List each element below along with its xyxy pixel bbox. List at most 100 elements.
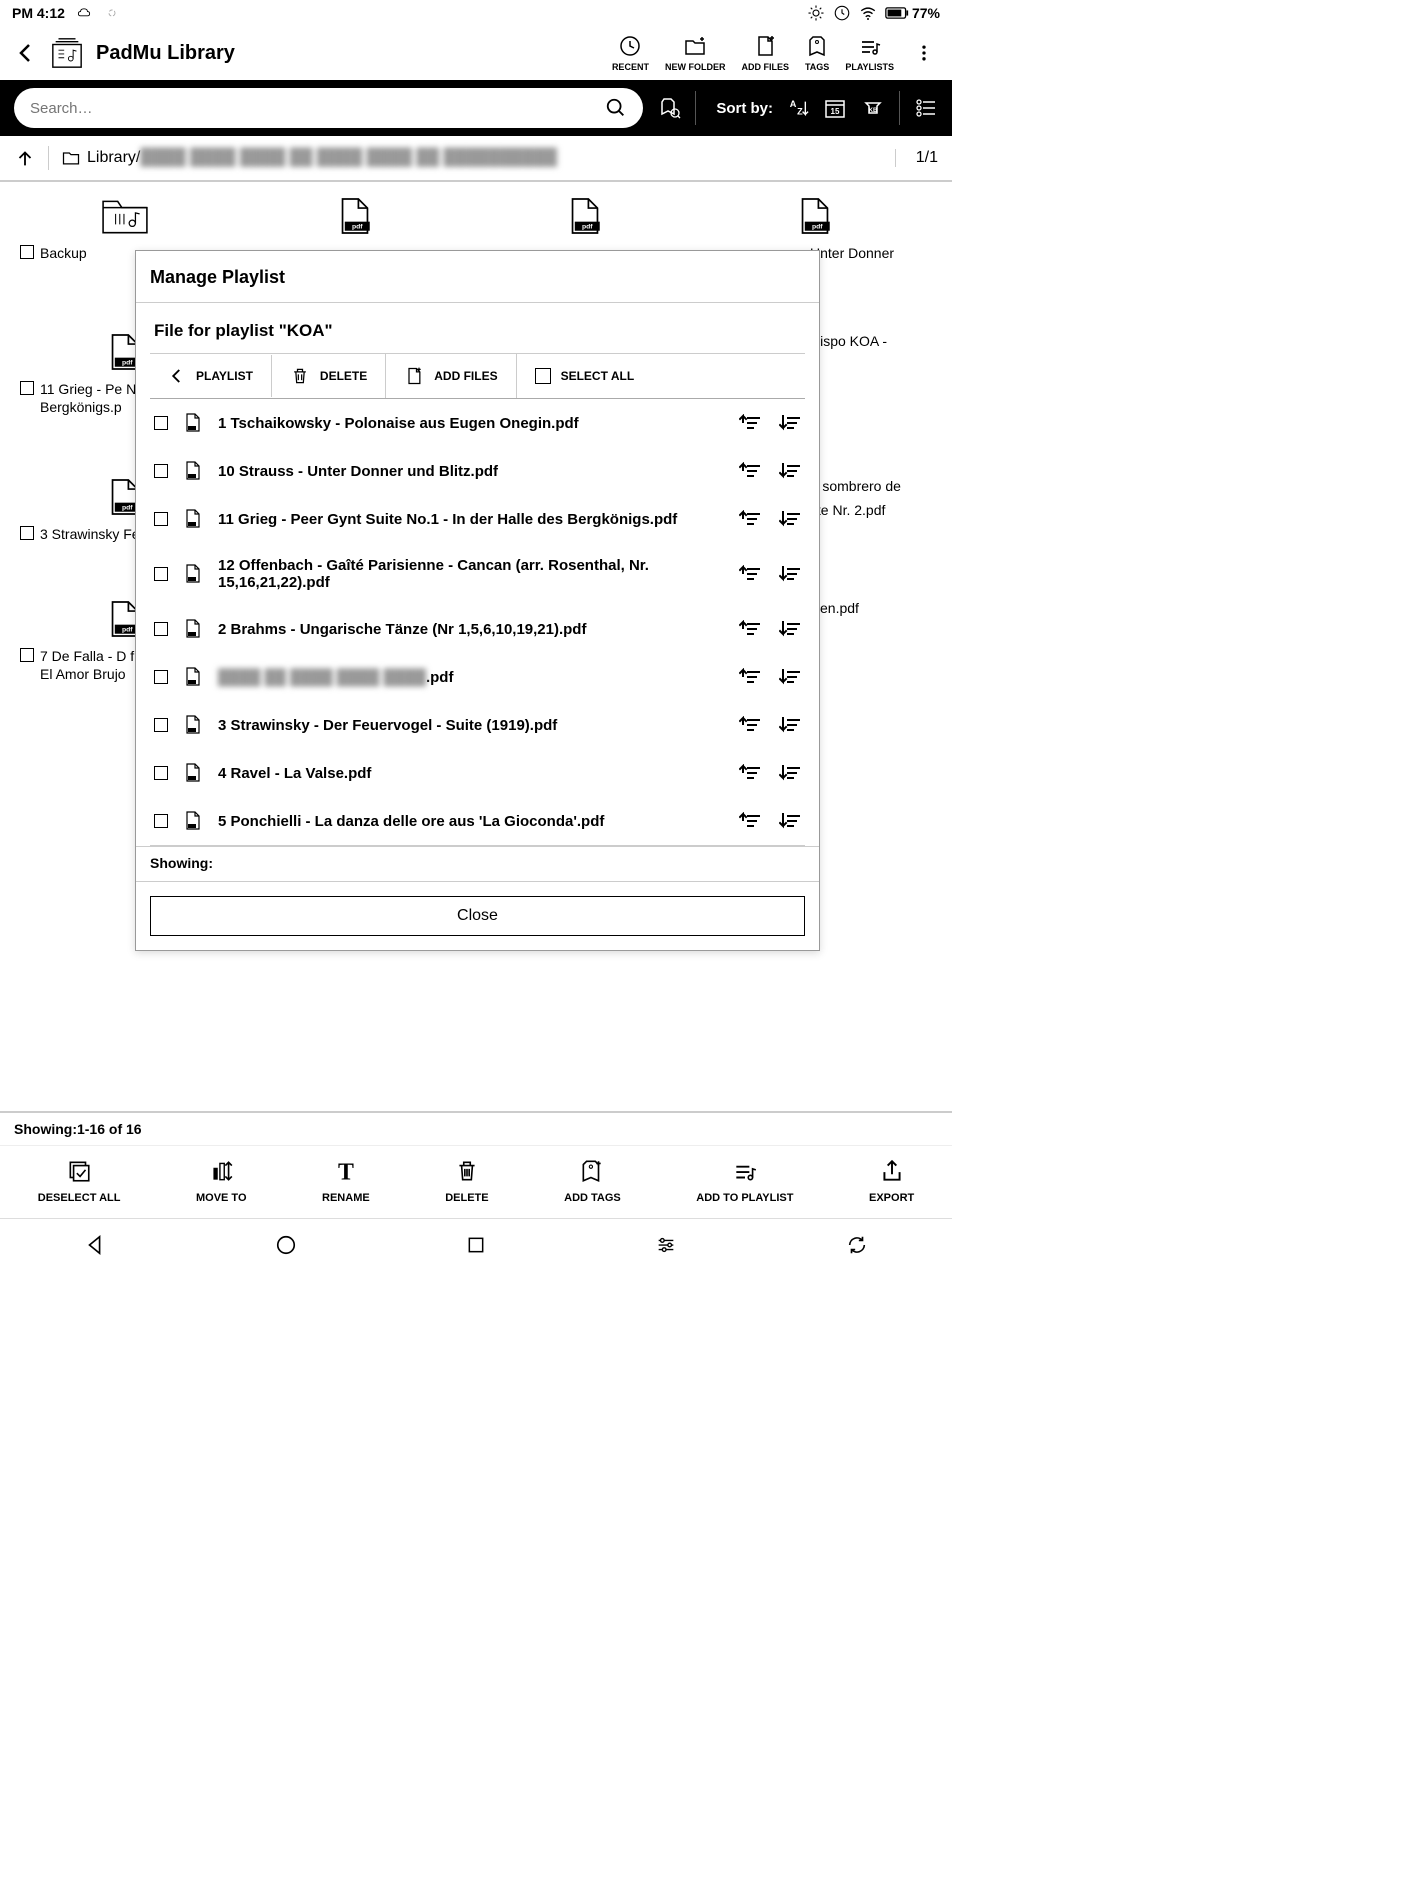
breadcrumb: Library/████ ████ ████ ██ ████ ████ ██ █…	[0, 136, 952, 182]
pdf-file-icon	[184, 413, 202, 433]
search-icon[interactable]	[605, 97, 627, 119]
move-up-button[interactable]	[739, 668, 761, 686]
row-filename: 3 Strawinsky - Der Feuervogel - Suite (1…	[218, 717, 723, 734]
move-down-button[interactable]	[779, 812, 801, 830]
battery-indicator: 77%	[885, 5, 940, 21]
move-to-button[interactable]: MOVE TO	[196, 1158, 247, 1204]
row-checkbox[interactable]	[154, 766, 168, 780]
pdf-file-icon	[184, 715, 202, 735]
move-up-button[interactable]	[739, 510, 761, 528]
move-up-button[interactable]	[739, 414, 761, 432]
app-title: PadMu Library	[96, 42, 235, 65]
select-all-button[interactable]: SELECT ALL	[517, 356, 653, 396]
row-checkbox[interactable]	[154, 416, 168, 430]
back-button[interactable]	[14, 41, 38, 65]
showing-count: Showing:1-16 of 16	[0, 1113, 952, 1146]
row-checkbox[interactable]	[154, 567, 168, 581]
add-files-button[interactable]: ADD FILES	[741, 34, 789, 72]
playlist-row[interactable]: 12 Offenbach - Gaîté Parisienne - Cancan…	[150, 543, 805, 605]
add-files-button[interactable]: ADD FILES	[386, 354, 516, 398]
svg-text:A: A	[790, 99, 797, 109]
playlist-row[interactable]: 1 Tschaikowsky - Polonaise aus Eugen One…	[150, 399, 805, 447]
move-down-button[interactable]	[779, 510, 801, 528]
sort-alpha-icon[interactable]: AZ	[787, 97, 809, 119]
move-up-button[interactable]	[739, 812, 761, 830]
sort-date-icon[interactable]: 15	[823, 96, 847, 120]
nav-back-button[interactable]	[84, 1234, 106, 1256]
playlist-back-button[interactable]: PLAYLIST	[150, 355, 272, 397]
system-nav-bar	[0, 1218, 952, 1270]
move-down-button[interactable]	[779, 764, 801, 782]
move-up-button[interactable]	[739, 462, 761, 480]
pdf-file-icon	[184, 461, 202, 481]
row-filename: 5 Ponchielli - La danza delle ore aus 'L…	[218, 813, 723, 830]
move-up-button[interactable]	[739, 620, 761, 638]
breadcrumb-text[interactable]: Library/████ ████ ████ ██ ████ ████ ██ █…	[87, 149, 557, 167]
delete-button[interactable]: DELETE	[445, 1158, 488, 1204]
search-box[interactable]	[14, 88, 643, 128]
search-input[interactable]	[30, 100, 605, 117]
row-filename: 1 Tschaikowsky - Polonaise aus Eugen One…	[218, 415, 723, 432]
status-bar: PM 4:12 77%	[0, 0, 952, 26]
move-up-button[interactable]	[739, 764, 761, 782]
library-icon	[50, 36, 84, 70]
add-to-playlist-button[interactable]: ADD TO PLAYLIST	[696, 1158, 793, 1204]
playlist-row[interactable]: ████ ██ ████ ████ ████.pdf	[150, 653, 805, 701]
move-up-button[interactable]	[739, 565, 761, 583]
move-up-button[interactable]	[739, 716, 761, 734]
move-down-button[interactable]	[779, 620, 801, 638]
move-down-button[interactable]	[779, 716, 801, 734]
nav-recent-button[interactable]	[466, 1235, 486, 1255]
wifi-icon	[859, 4, 877, 22]
move-down-button[interactable]	[779, 462, 801, 480]
close-button[interactable]: Close	[150, 896, 805, 936]
move-down-button[interactable]	[779, 414, 801, 432]
playlists-button[interactable]: PLAYLISTS	[845, 34, 894, 72]
rename-button[interactable]: T RENAME	[322, 1158, 370, 1204]
row-checkbox[interactable]	[154, 814, 168, 828]
row-checkbox[interactable]	[154, 670, 168, 684]
row-checkbox[interactable]	[154, 512, 168, 526]
modal-subtitle: File for playlist "KOA"	[136, 303, 819, 353]
move-down-button[interactable]	[779, 565, 801, 583]
manage-playlist-modal: Manage Playlist File for playlist "KOA" …	[135, 250, 820, 951]
bottom-bar: Showing:1-16 of 16 DESELECT ALL MOVE TO …	[0, 1111, 952, 1218]
more-button[interactable]	[910, 43, 938, 63]
row-checkbox[interactable]	[154, 622, 168, 636]
up-folder-button[interactable]	[14, 147, 36, 169]
playlist-row[interactable]: 2 Brahms - Ungarische Tänze (Nr 1,5,6,10…	[150, 605, 805, 653]
delete-button[interactable]: DELETE	[272, 354, 386, 398]
cloud-icon	[75, 4, 93, 22]
row-filename: 12 Offenbach - Gaîté Parisienne - Cancan…	[218, 557, 723, 591]
recent-button[interactable]: RECENT	[612, 34, 649, 72]
folder-icon	[61, 148, 81, 168]
row-filename: 11 Grieg - Peer Gynt Suite No.1 - In der…	[218, 511, 723, 528]
row-checkbox[interactable]	[154, 464, 168, 478]
nav-settings-button[interactable]	[655, 1234, 677, 1256]
nav-home-button[interactable]	[275, 1234, 297, 1256]
deselect-all-button[interactable]: DESELECT ALL	[38, 1158, 121, 1204]
app-header: PadMu Library RECENT NEW FOLDER ADD FILE…	[0, 26, 952, 80]
tag-filter-icon[interactable]	[657, 96, 681, 120]
page-indicator: 1/1	[895, 149, 938, 167]
sort-size-icon[interactable]: KB	[861, 96, 885, 120]
pdf-file-icon	[184, 509, 202, 529]
pdf-file-icon	[184, 564, 202, 584]
nav-refresh-button[interactable]	[846, 1234, 868, 1256]
row-filename: 10 Strauss - Unter Donner und Blitz.pdf	[218, 463, 723, 480]
playlist-row[interactable]: 5 Ponchielli - La danza delle ore aus 'L…	[150, 797, 805, 845]
row-checkbox[interactable]	[154, 718, 168, 732]
pdf-file-icon	[184, 667, 202, 687]
view-options-icon[interactable]	[914, 96, 938, 120]
playlist-file-list: 1 Tschaikowsky - Polonaise aus Eugen One…	[150, 399, 805, 845]
add-tags-button[interactable]: ADD TAGS	[564, 1158, 621, 1204]
move-down-button[interactable]	[779, 668, 801, 686]
playlist-row[interactable]: 11 Grieg - Peer Gynt Suite No.1 - In der…	[150, 495, 805, 543]
playlist-row[interactable]: 10 Strauss - Unter Donner und Blitz.pdf	[150, 447, 805, 495]
row-filename: 4 Ravel - La Valse.pdf	[218, 765, 723, 782]
playlist-row[interactable]: 3 Strawinsky - Der Feuervogel - Suite (1…	[150, 701, 805, 749]
tags-button[interactable]: TAGS	[805, 34, 829, 72]
new-folder-button[interactable]: NEW FOLDER	[665, 34, 726, 72]
playlist-row[interactable]: 4 Ravel - La Valse.pdf	[150, 749, 805, 797]
export-button[interactable]: EXPORT	[869, 1158, 914, 1204]
